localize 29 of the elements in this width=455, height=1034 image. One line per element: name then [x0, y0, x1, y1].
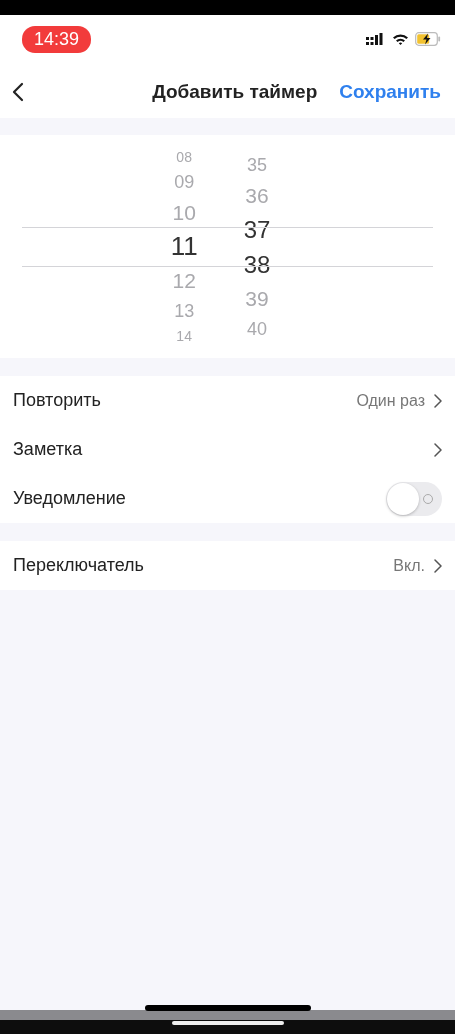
- row-label[interactable]: Заметка: [13, 439, 83, 460]
- chevron-right-icon[interactable]: [434, 393, 442, 408]
- picker-value[interactable]: 35: [246, 150, 267, 179]
- picker-value[interactable]: 14: [176, 325, 192, 347]
- picker-value[interactable]: 36: [245, 178, 269, 212]
- row-label[interactable]: Повторить: [13, 390, 101, 411]
- row-value: Один раз: [356, 391, 425, 410]
- row-value: Вкл.: [393, 556, 425, 575]
- picker-value[interactable]: 13: [174, 297, 195, 325]
- picker-value[interactable]: 40: [246, 314, 267, 343]
- row-label[interactable]: Уведомление: [13, 488, 126, 509]
- picker-value[interactable]: 39: [245, 281, 269, 315]
- back-chevron-icon[interactable]: [12, 81, 24, 102]
- picker-value[interactable]: 38: [243, 246, 271, 282]
- signal-icon: [366, 33, 386, 45]
- picker-value[interactable]: 09: [174, 168, 195, 196]
- chevron-right-icon[interactable]: [434, 558, 442, 573]
- chevron-right-icon[interactable]: [434, 442, 442, 457]
- row-label[interactable]: Переключатель: [13, 555, 144, 576]
- picker-value[interactable]: 12: [172, 264, 196, 297]
- notification-toggle[interactable]: [386, 481, 442, 516]
- picker-value[interactable]: 37: [243, 211, 271, 247]
- picker-value[interactable]: 11: [170, 229, 198, 264]
- wifi-icon: [392, 33, 409, 45]
- picker-value[interactable]: 08: [176, 146, 192, 168]
- picker-value[interactable]: 10: [172, 196, 196, 229]
- save-button[interactable]: Сохранить: [339, 80, 441, 103]
- status-time: 14:39: [22, 25, 92, 53]
- screen-title: Добавить таймер: [152, 80, 318, 103]
